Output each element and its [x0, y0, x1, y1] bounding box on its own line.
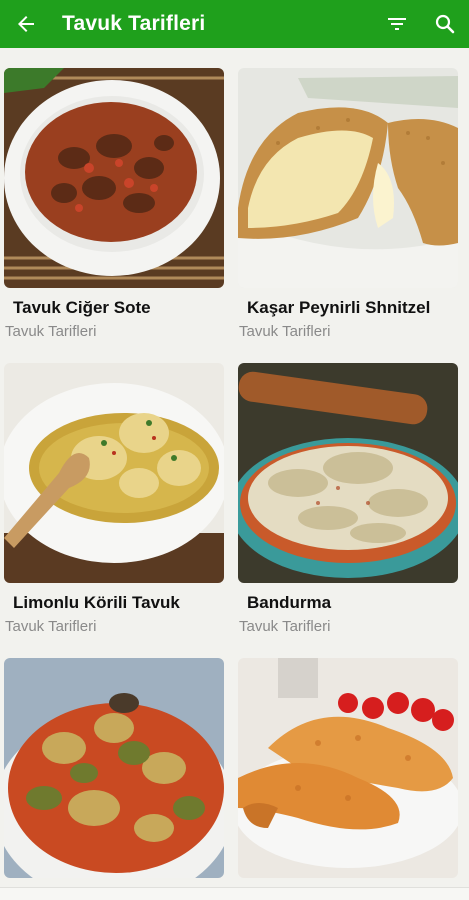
recipe-title: Limonlu Körili Tavuk: [13, 593, 180, 612]
recipe-title: Kaşar Peynirli Shnitzel: [247, 298, 431, 317]
back-button[interactable]: [2, 0, 50, 48]
cheese-schnitzel-photo: [238, 68, 458, 288]
recipe-title: Tavuk Ciğer Sote: [13, 298, 151, 317]
recipe-card[interactable]: Kaşar Peynirli Shnitzel Tavuk Tarifleri: [238, 68, 458, 340]
liver-saute-photo: [4, 68, 224, 288]
lemon-curry-chicken-photo: [4, 363, 224, 583]
bottom-edge: [0, 887, 469, 900]
recipe-card[interactable]: [238, 658, 458, 878]
recipe-card[interactable]: Limonlu Körili Tavuk Tavuk Tarifleri: [4, 363, 224, 635]
app-bar: Tavuk Tarifleri: [0, 0, 469, 48]
recipe-card[interactable]: Tavuk Ciğer Sote Tavuk Tarifleri: [4, 68, 224, 340]
recipe-card[interactable]: [4, 658, 224, 878]
arrow-left-icon: [18, 16, 34, 32]
fried-drumsticks-photo: [238, 658, 458, 878]
search-icon: [435, 14, 455, 34]
recipe-category: Tavuk Tarifleri: [239, 618, 331, 635]
filter-button[interactable]: [373, 0, 421, 48]
recipe-title: Bandurma: [247, 593, 332, 612]
search-button[interactable]: [421, 0, 469, 48]
recipe-category: Tavuk Tarifleri: [5, 323, 97, 340]
recipe-card[interactable]: Bandurma Tavuk Tarifleri: [238, 363, 458, 635]
vegetable-stew-photo: [4, 658, 224, 878]
recipe-category: Tavuk Tarifleri: [5, 618, 97, 635]
recipe-category: Tavuk Tarifleri: [239, 323, 331, 340]
page-title: Tavuk Tarifleri: [62, 12, 206, 35]
filter-icon: [388, 18, 406, 30]
bandurma-photo: [238, 363, 458, 583]
